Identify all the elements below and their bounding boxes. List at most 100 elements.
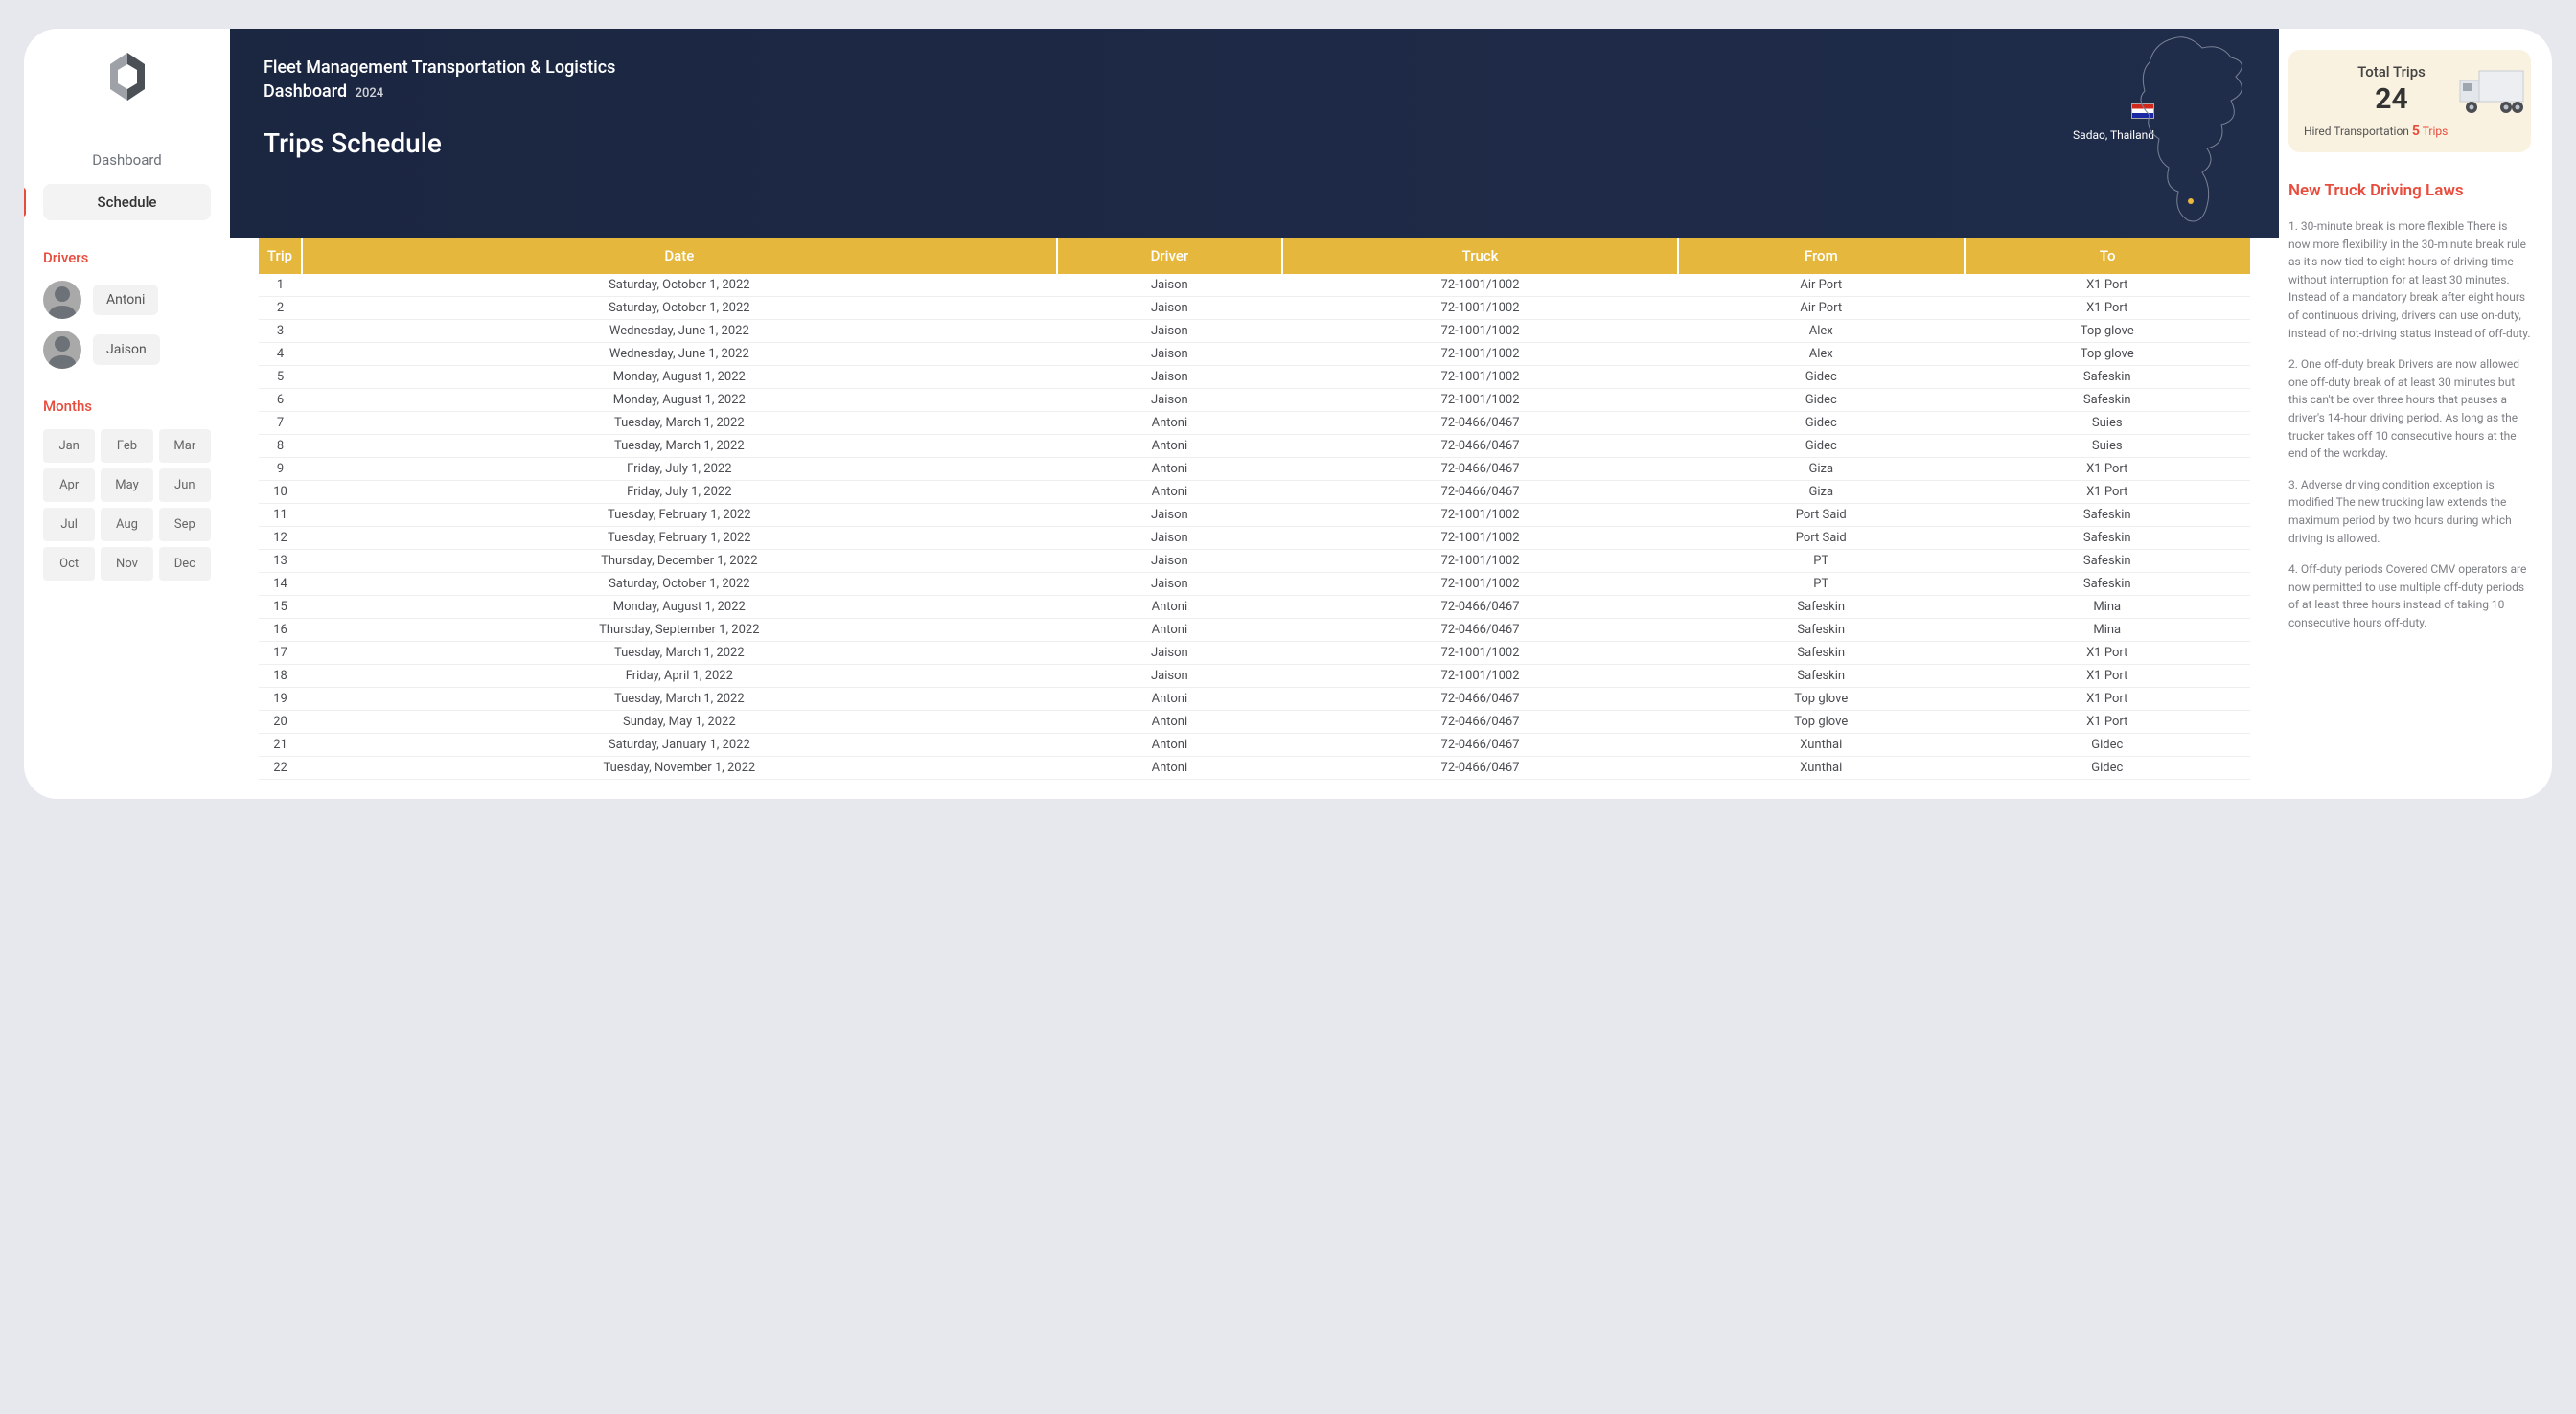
month-apr[interactable]: Apr	[43, 468, 95, 502]
cell: 72-1001/1002	[1282, 274, 1678, 297]
app-shell: Dashboard Schedule Drivers AntoniJaison …	[24, 29, 2552, 799]
driver-row[interactable]: Antoni	[43, 281, 211, 319]
cell: 7	[259, 412, 302, 435]
cell: 20	[259, 711, 302, 734]
laws-paragraph: 2. One off-duty break Drivers are now al…	[2288, 355, 2531, 463]
month-sep[interactable]: Sep	[159, 508, 211, 541]
cell: 72-0466/0467	[1282, 481, 1678, 504]
table-row[interactable]: 5Monday, August 1, 2022Jaison72-1001/100…	[259, 366, 2250, 389]
cell: Jaison	[1057, 343, 1282, 366]
table-row[interactable]: 15Monday, August 1, 2022Antoni72-0466/04…	[259, 596, 2250, 619]
month-aug[interactable]: Aug	[101, 508, 152, 541]
cell: Jaison	[1057, 550, 1282, 573]
nav-dashboard[interactable]: Dashboard	[43, 142, 211, 178]
table-row[interactable]: 18Friday, April 1, 2022Jaison72-1001/100…	[259, 665, 2250, 688]
cell: Jaison	[1057, 320, 1282, 343]
cell: Tuesday, February 1, 2022	[302, 527, 1057, 550]
table-row[interactable]: 19Tuesday, March 1, 2022Antoni72-0466/04…	[259, 688, 2250, 711]
month-jan[interactable]: Jan	[43, 429, 95, 463]
cell: 18	[259, 665, 302, 688]
table-row[interactable]: 7Tuesday, March 1, 2022Antoni72-0466/046…	[259, 412, 2250, 435]
table-row[interactable]: 3Wednesday, June 1, 2022Jaison72-1001/10…	[259, 320, 2250, 343]
table-row[interactable]: 11Tuesday, February 1, 2022Jaison72-1001…	[259, 504, 2250, 527]
month-jul[interactable]: Jul	[43, 508, 95, 541]
cell: 1	[259, 274, 302, 297]
cell: 72-1001/1002	[1282, 527, 1678, 550]
cell: 72-1001/1002	[1282, 642, 1678, 665]
table-row[interactable]: 9Friday, July 1, 2022Antoni72-0466/0467G…	[259, 458, 2250, 481]
cell: X1 Port	[1965, 642, 2251, 665]
table-area: TripDateDriverTruckFromTo 1Saturday, Oct…	[230, 238, 2279, 799]
table-row[interactable]: 10Friday, July 1, 2022Antoni72-0466/0467…	[259, 481, 2250, 504]
cell: 72-0466/0467	[1282, 412, 1678, 435]
month-may[interactable]: May	[101, 468, 152, 502]
cell: Jaison	[1057, 366, 1282, 389]
cell: 72-0466/0467	[1282, 734, 1678, 757]
cell: Mina	[1965, 619, 2251, 642]
table-row[interactable]: 22Tuesday, November 1, 2022Antoni72-0466…	[259, 757, 2250, 780]
cell: Antoni	[1057, 711, 1282, 734]
month-dec[interactable]: Dec	[159, 547, 211, 581]
month-oct[interactable]: Oct	[43, 547, 95, 581]
cell: Giza	[1678, 481, 1964, 504]
cell: Air Port	[1678, 274, 1964, 297]
cell: 13	[259, 550, 302, 573]
col-header: From	[1678, 238, 1964, 274]
location-box: Sadao, Thailand	[2073, 103, 2154, 142]
table-row[interactable]: 16Thursday, September 1, 2022Antoni72-04…	[259, 619, 2250, 642]
cell: Safeskin	[1678, 642, 1964, 665]
table-row[interactable]: 6Monday, August 1, 2022Jaison72-1001/100…	[259, 389, 2250, 412]
cell: 8	[259, 435, 302, 458]
cell: Gidec	[1678, 366, 1964, 389]
month-jun[interactable]: Jun	[159, 468, 211, 502]
month-mar[interactable]: Mar	[159, 429, 211, 463]
cell: Antoni	[1057, 734, 1282, 757]
cell: 72-1001/1002	[1282, 573, 1678, 596]
laws-paragraph: 3. Adverse driving condition exception i…	[2288, 476, 2531, 547]
table-row[interactable]: 1Saturday, October 1, 2022Jaison72-1001/…	[259, 274, 2250, 297]
cell: 12	[259, 527, 302, 550]
table-row[interactable]: 8Tuesday, March 1, 2022Antoni72-0466/046…	[259, 435, 2250, 458]
nav-schedule[interactable]: Schedule	[43, 184, 211, 220]
months-section-title: Months	[43, 398, 211, 415]
cell: Jaison	[1057, 389, 1282, 412]
cell: Safeskin	[1678, 596, 1964, 619]
location-name: Sadao, Thailand	[2073, 128, 2154, 142]
table-row[interactable]: 2Saturday, October 1, 2022Jaison72-1001/…	[259, 297, 2250, 320]
cell: Gidec	[1678, 435, 1964, 458]
cell: Xunthai	[1678, 734, 1964, 757]
cell: Alex	[1678, 343, 1964, 366]
col-header: Truck	[1282, 238, 1678, 274]
cell: Saturday, January 1, 2022	[302, 734, 1057, 757]
cell: Gidec	[1965, 757, 2251, 780]
cell: X1 Port	[1965, 665, 2251, 688]
table-row[interactable]: 4Wednesday, June 1, 2022Jaison72-1001/10…	[259, 343, 2250, 366]
month-feb[interactable]: Feb	[101, 429, 152, 463]
cell: Antoni	[1057, 435, 1282, 458]
cell: 72-0466/0467	[1282, 757, 1678, 780]
col-header: Driver	[1057, 238, 1282, 274]
cell: Jaison	[1057, 504, 1282, 527]
month-nov[interactable]: Nov	[101, 547, 152, 581]
table-row[interactable]: 12Tuesday, February 1, 2022Jaison72-1001…	[259, 527, 2250, 550]
table-row[interactable]: 14Saturday, October 1, 2022Jaison72-1001…	[259, 573, 2250, 596]
cell: 15	[259, 596, 302, 619]
cell: 72-1001/1002	[1282, 665, 1678, 688]
cell: 72-1001/1002	[1282, 366, 1678, 389]
driver-row[interactable]: Jaison	[43, 331, 211, 369]
table-row[interactable]: 21Saturday, January 1, 2022Antoni72-0466…	[259, 734, 2250, 757]
cell: X1 Port	[1965, 481, 2251, 504]
cell: 72-1001/1002	[1282, 297, 1678, 320]
table-row[interactable]: 20Sunday, May 1, 2022Antoni72-0466/0467T…	[259, 711, 2250, 734]
cell: Jaison	[1057, 297, 1282, 320]
cell: Friday, July 1, 2022	[302, 481, 1057, 504]
table-row[interactable]: 13Thursday, December 1, 2022Jaison72-100…	[259, 550, 2250, 573]
cell: Wednesday, June 1, 2022	[302, 320, 1057, 343]
laws-text: 1. 30-minute break is more flexible Ther…	[2288, 217, 2531, 631]
table-row[interactable]: 17Tuesday, March 1, 2022Jaison72-1001/10…	[259, 642, 2250, 665]
cell: Jaison	[1057, 274, 1282, 297]
cell: Suies	[1965, 435, 2251, 458]
main: Fleet Management Transportation & Logist…	[230, 29, 2279, 799]
cell: 72-1001/1002	[1282, 320, 1678, 343]
cell: Antoni	[1057, 757, 1282, 780]
